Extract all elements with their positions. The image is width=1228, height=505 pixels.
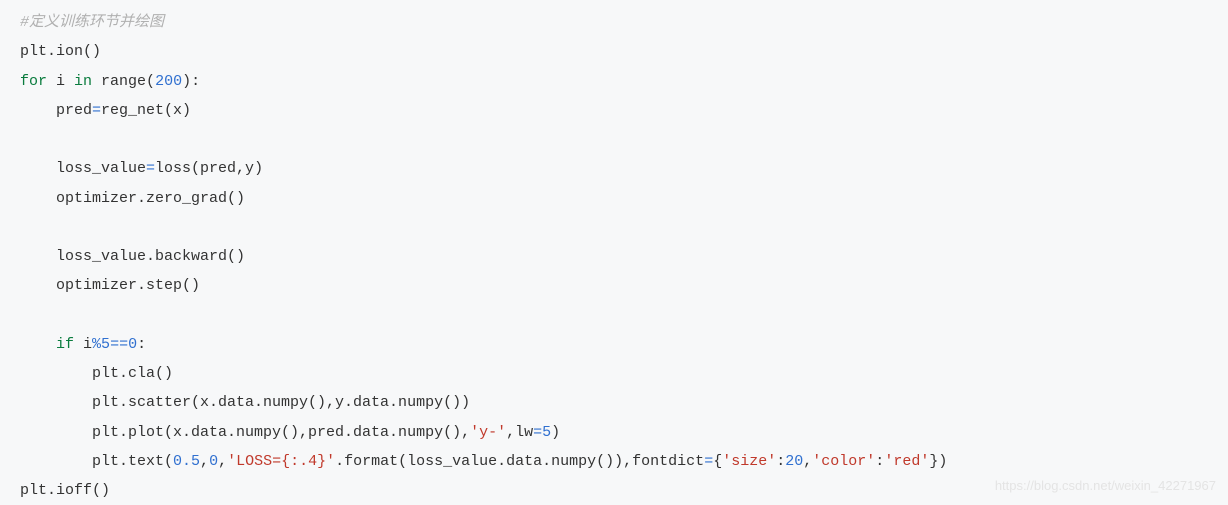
keyword-if: if	[20, 336, 74, 353]
code-text: i	[74, 336, 92, 353]
code-text: plt.cla()	[20, 365, 173, 382]
operator: ==	[110, 336, 128, 353]
code-text: ,	[200, 453, 209, 470]
code-text: :	[776, 453, 785, 470]
number-literal: 5	[542, 424, 551, 441]
code-text: pred	[20, 102, 92, 119]
number-literal: 20	[785, 453, 803, 470]
string-literal: 'red'	[884, 453, 929, 470]
code-text: plt.scatter(x.data.numpy(),y.data.numpy(…	[20, 394, 470, 411]
code-text: loss_value	[20, 160, 146, 177]
number-literal: 0.5	[173, 453, 200, 470]
code-text: :	[137, 336, 146, 353]
code-text: plt.ioff()	[20, 482, 110, 499]
number-literal: 0	[128, 336, 137, 353]
code-text: :	[875, 453, 884, 470]
code-text: plt.plot(x.data.numpy(),pred.data.numpy(…	[20, 424, 470, 441]
code-text: plt.text(	[20, 453, 173, 470]
code-text: optimizer.zero_grad()	[20, 190, 245, 207]
watermark-text: https://blog.csdn.net/weixin_42271967	[995, 473, 1216, 498]
number-literal: 5	[101, 336, 110, 353]
code-text: ,lw	[506, 424, 533, 441]
code-text: )	[551, 424, 560, 441]
code-text: range(	[92, 73, 155, 90]
string-literal: 'size'	[722, 453, 776, 470]
code-text: .format(loss_value.data.numpy()),fontdic…	[335, 453, 704, 470]
code-text: {	[713, 453, 722, 470]
code-text: reg_net(x)	[101, 102, 191, 119]
operator: =	[704, 453, 713, 470]
operator: =	[146, 160, 155, 177]
string-literal: 'LOSS={:.4}'	[227, 453, 335, 470]
code-text: ,	[803, 453, 812, 470]
code-text: optimizer.step()	[20, 277, 200, 294]
code-text: ):	[182, 73, 200, 90]
number-literal: 200	[155, 73, 182, 90]
code-text: i	[47, 73, 74, 90]
code-text: plt.ion()	[20, 43, 101, 60]
keyword-for: for	[20, 73, 47, 90]
operator: %	[92, 336, 101, 353]
string-literal: 'y-'	[470, 424, 506, 441]
code-block: #定义训练环节并绘图 plt.ion() for i in range(200)…	[20, 8, 1208, 505]
keyword-in: in	[74, 73, 92, 90]
code-text: })	[929, 453, 947, 470]
string-literal: 'color'	[812, 453, 875, 470]
operator: =	[533, 424, 542, 441]
code-text: loss_value.backward()	[20, 248, 245, 265]
number-literal: 0	[209, 453, 218, 470]
comment-line: #定义训练环节并绘图	[20, 14, 164, 31]
operator: =	[92, 102, 101, 119]
code-text: loss(pred,y)	[155, 160, 263, 177]
code-text: ,	[218, 453, 227, 470]
